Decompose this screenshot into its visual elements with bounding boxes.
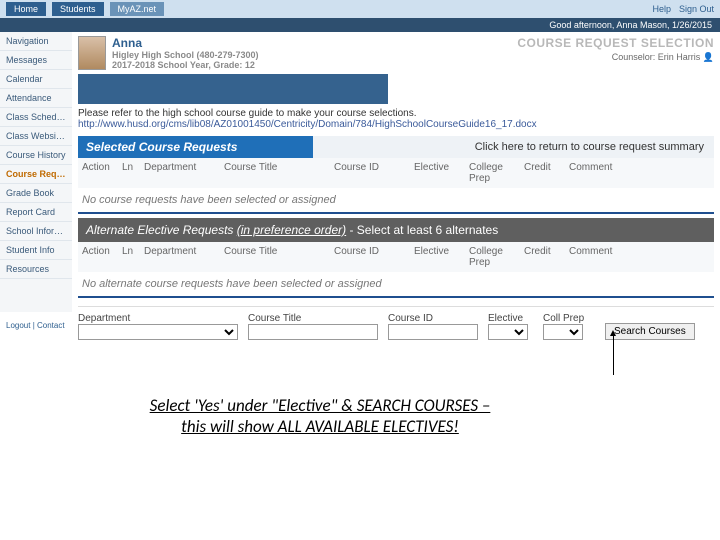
student-school: Higley High School (480-279-7300) — [112, 50, 259, 60]
greeting-bar: Good afternoon, Anna Mason, 1/26/2015 — [0, 18, 720, 32]
col-department: Department — [140, 246, 220, 268]
sidebar-item-messages[interactable]: Messages — [0, 51, 72, 70]
link-logout[interactable]: Logout — [6, 321, 30, 330]
alternate-requests-header: Alternate Elective Requests (in preferen… — [78, 218, 714, 242]
col-action: Action — [78, 162, 118, 184]
link-contact[interactable]: Contact — [37, 321, 65, 330]
col-course-title: Course Title — [220, 246, 330, 268]
counselor-label-text: Counselor: — [612, 52, 656, 62]
sidebar-item-resources[interactable]: Resources — [0, 260, 72, 279]
col-course-id: Course ID — [330, 162, 410, 184]
selected-table-header: Action Ln Department Course Title Course… — [78, 158, 714, 188]
search-collprep-select[interactable] — [543, 324, 583, 340]
col-elective: Elective — [410, 162, 465, 184]
col-credit: Credit — [520, 246, 565, 268]
search-elective-select[interactable] — [488, 324, 528, 340]
col-comment: Comment — [565, 162, 714, 184]
person-icon: 👤 — [703, 52, 714, 62]
search-collprep-label: Coll Prep — [543, 313, 601, 324]
sidebar-item-course-history[interactable]: Course History — [0, 146, 72, 165]
search-title-input[interactable] — [248, 324, 378, 340]
alt-title-a: Alternate Elective Requests — [86, 223, 237, 237]
col-credit: Credit — [520, 162, 565, 184]
search-courses-button[interactable]: Search Courses — [605, 323, 695, 340]
tab-home[interactable]: Home — [6, 2, 46, 16]
student-year: 2017-2018 School Year, Grade: 12 — [112, 60, 259, 70]
info-highlight-box — [78, 74, 388, 104]
col-course-id: Course ID — [330, 246, 410, 268]
main-content: COURSE REQUEST SELECTION Counselor: Erin… — [72, 32, 720, 312]
sidebar-item-class-schedule[interactable]: Class Schedule — [0, 108, 72, 127]
col-ln: Ln — [118, 162, 140, 184]
guide-text: Please refer to the high school course g… — [78, 108, 417, 119]
sidebar-item-report-card[interactable]: Report Card — [0, 203, 72, 222]
col-comment: Comment — [565, 246, 714, 268]
counselor-label: Counselor: Erin Harris 👤 — [612, 52, 714, 63]
link-signout[interactable]: Sign Out — [679, 4, 714, 14]
sidebar-item-navigation[interactable]: Navigation — [0, 32, 72, 51]
search-title-label: Course Title — [248, 313, 388, 324]
alt-title-b: (in preference order) — [237, 223, 346, 237]
selected-requests-header: Selected Course Requests — [78, 136, 313, 158]
sidebar-item-grade-book[interactable]: Grade Book — [0, 184, 72, 203]
search-dept-select[interactable] — [78, 324, 238, 340]
sidebar: Navigation Messages Calendar Attendance … — [0, 32, 72, 312]
annotation-line1: Select 'Yes' under "Elective" & SEARCH C… — [150, 395, 491, 416]
course-guide-link[interactable]: http://www.husd.org/cms/lib08/AZ01001450… — [78, 119, 537, 130]
col-elective: Elective — [410, 246, 465, 268]
col-college-prep: College Prep — [465, 162, 520, 184]
sidebar-item-student-info[interactable]: Student Info — [0, 241, 72, 260]
search-elective-label: Elective — [488, 313, 543, 324]
tab-students[interactable]: Students — [52, 2, 104, 16]
search-bar: Department Course Title Course ID Electi… — [78, 306, 714, 344]
annotation-arrow — [613, 335, 614, 375]
page-title: COURSE REQUEST SELECTION — [517, 36, 714, 50]
alternate-table-header: Action Ln Department Course Title Course… — [78, 242, 714, 272]
counselor-name: Erin Harris — [658, 52, 701, 62]
tab-site[interactable]: MyAZ.net — [110, 2, 165, 16]
instruction-annotation: Select 'Yes' under "Elective" & SEARCH C… — [90, 395, 550, 438]
footer-links: Logout | Contact — [6, 321, 65, 330]
search-dept-label: Department — [78, 313, 248, 324]
col-action: Action — [78, 246, 118, 268]
col-course-title: Course Title — [220, 162, 330, 184]
course-guide-text: Please refer to the high school course g… — [78, 108, 714, 130]
sidebar-item-course-request[interactable]: Course Request — [0, 165, 72, 184]
col-college-prep: College Prep — [465, 246, 520, 268]
col-ln: Ln — [118, 246, 140, 268]
search-id-input[interactable] — [388, 324, 478, 340]
avatar — [78, 36, 106, 70]
student-name: Anna — [112, 36, 259, 50]
alt-title-c: - Select at least 6 alternates — [346, 223, 498, 237]
selected-empty-message: No course requests have been selected or… — [78, 188, 714, 214]
sidebar-item-calendar[interactable]: Calendar — [0, 70, 72, 89]
annotation-line2: this will show ALL AVAILABLE ELECTIVES! — [181, 416, 459, 437]
col-department: Department — [140, 162, 220, 184]
sidebar-item-attendance[interactable]: Attendance — [0, 89, 72, 108]
topbar: Home Students MyAZ.net Help Sign Out — [0, 0, 720, 18]
link-help[interactable]: Help — [652, 4, 671, 14]
sidebar-item-school-information[interactable]: School Information — [0, 222, 72, 241]
return-summary-link[interactable]: Click here to return to course request s… — [313, 136, 714, 158]
sidebar-item-class-websites[interactable]: Class Websites — [0, 127, 72, 146]
alternate-empty-message: No alternate course requests have been s… — [78, 272, 714, 298]
search-id-label: Course ID — [388, 313, 488, 324]
